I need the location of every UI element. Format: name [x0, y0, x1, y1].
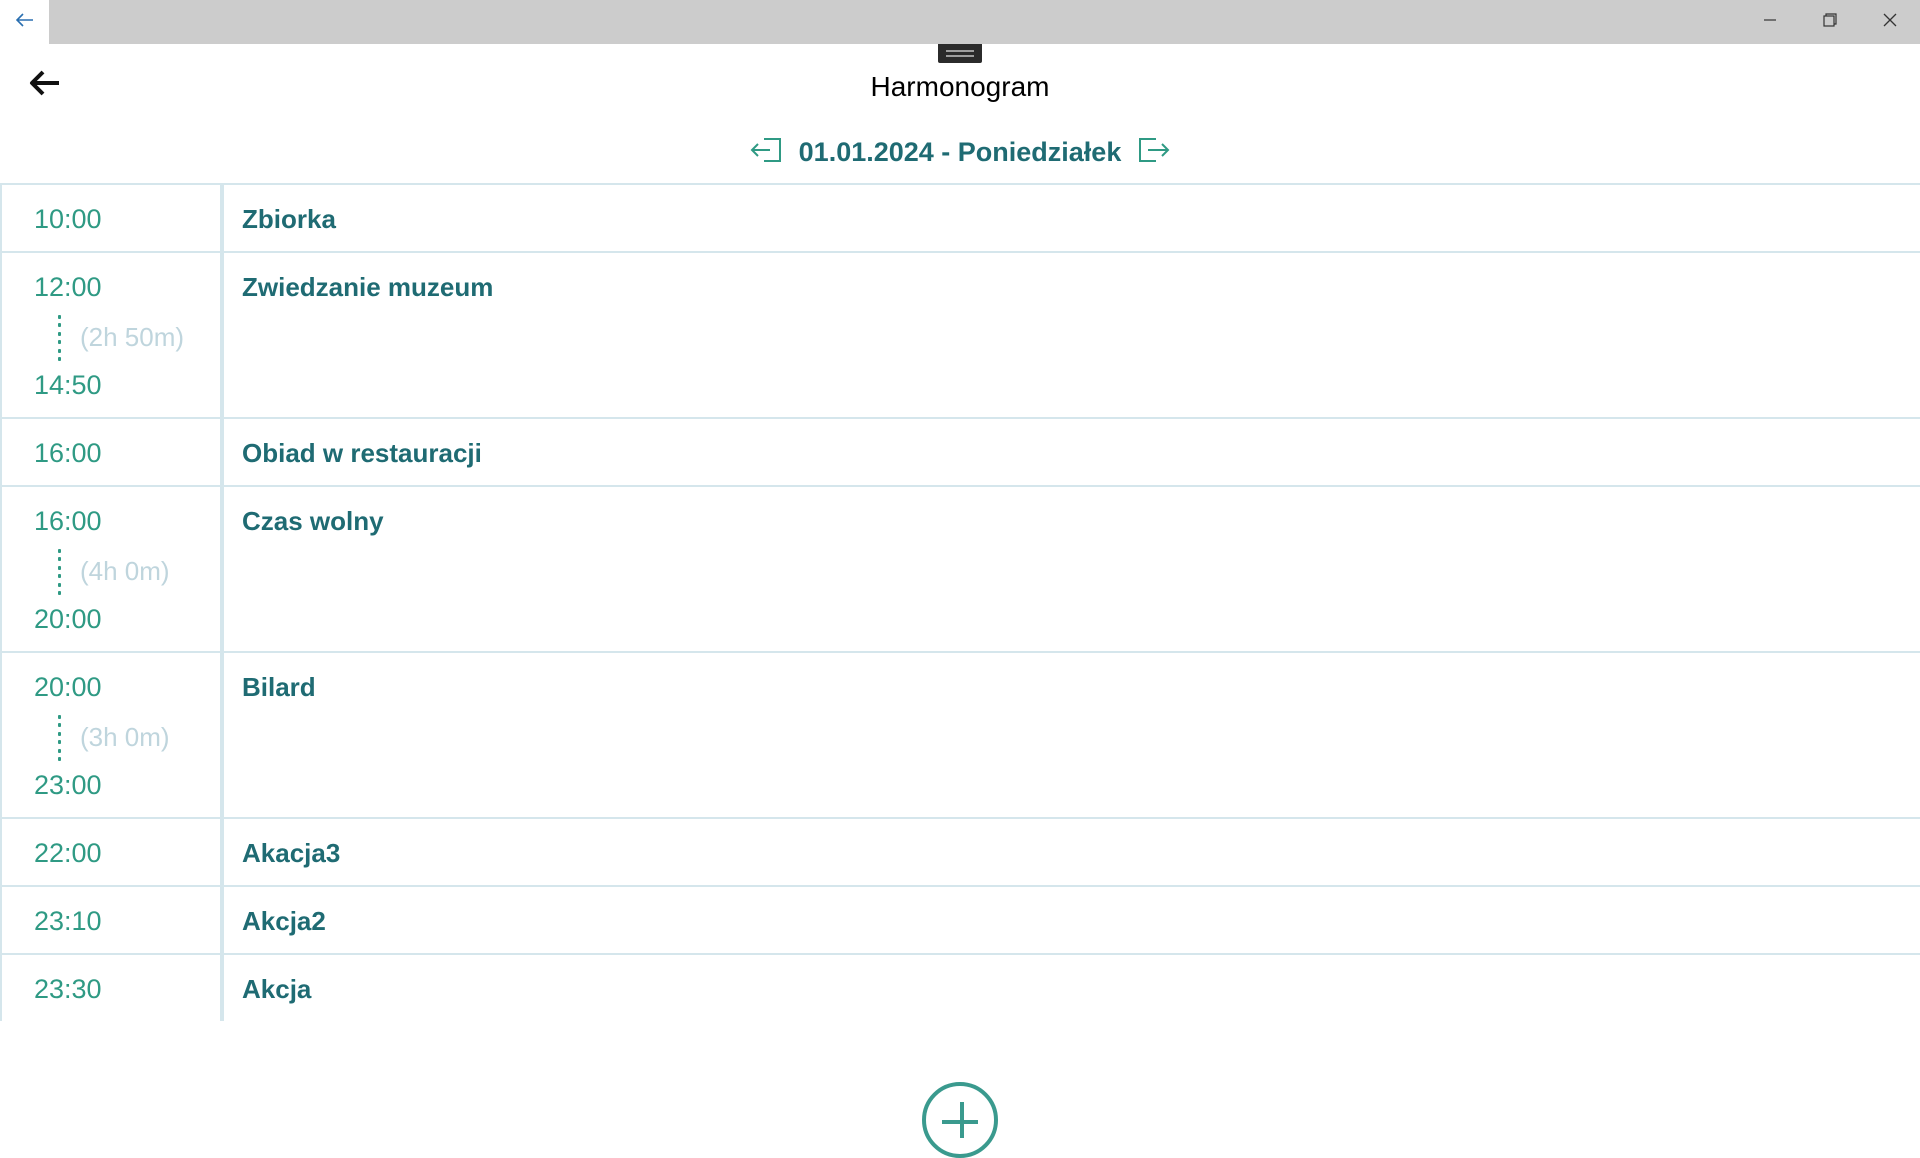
arrow-left-icon — [29, 69, 61, 102]
end-time: 14:50 — [34, 370, 102, 400]
event-name: Bilard — [242, 672, 316, 702]
schedule-row[interactable]: 16:00 (4h 0m) 20:00 Czas wolny — [0, 487, 1920, 653]
add-event-button[interactable] — [922, 1082, 998, 1158]
time-cell: 22:00 — [0, 819, 224, 885]
event-name: Akcja2 — [242, 906, 326, 936]
start-time: 10:00 — [34, 204, 102, 234]
duration-label: (3h 0m) — [80, 722, 170, 752]
minimize-icon — [1763, 13, 1777, 32]
start-time: 23:10 — [34, 906, 102, 936]
page-back-button[interactable] — [24, 64, 66, 106]
schedule-row[interactable]: 12:00 (2h 50m) 14:50 Zwiedzanie muzeum — [0, 253, 1920, 419]
duration-label: (2h 50m) — [80, 322, 185, 352]
arrow-left-icon — [15, 12, 34, 32]
end-time: 23:00 — [34, 770, 102, 800]
schedule-row[interactable]: 23:30 Akcja — [0, 955, 1920, 1023]
start-time: 16:00 — [34, 506, 102, 536]
time-cell: 12:00 (2h 50m) 14:50 — [0, 253, 224, 417]
schedule-row[interactable]: 20:00 (3h 0m) 23:00 Bilard — [0, 653, 1920, 819]
start-time: 16:00 — [34, 438, 102, 468]
event-name: Akcja — [242, 974, 312, 1004]
duration-dots — [58, 549, 62, 595]
date-navigator: 01.01.2024 - Poniedziałek — [0, 128, 1920, 176]
schedule-list: 10:00 Zbiorka 12:00 (2h 50m) 14:50 Zwied… — [0, 183, 1920, 1023]
duration-dots — [58, 315, 62, 361]
time-cell: 10:00 — [0, 185, 224, 251]
time-cell: 16:00 — [0, 419, 224, 485]
minimize-button[interactable] — [1740, 0, 1800, 44]
restore-icon — [1823, 12, 1837, 32]
schedule-row[interactable]: 10:00 Zbiorka — [0, 185, 1920, 253]
event-name: Zbiorka — [242, 204, 336, 234]
previous-day-button[interactable] — [747, 133, 785, 171]
current-date-label: 01.01.2024 - Poniedziałek — [798, 136, 1122, 167]
event-name: Akacja3 — [242, 838, 341, 868]
start-time: 22:00 — [34, 838, 102, 868]
event-name: Czas wolny — [242, 506, 384, 536]
schedule-row[interactable]: 22:00 Akacja3 — [0, 819, 1920, 887]
event-name: Obiad w restauracji — [242, 438, 482, 468]
schedule-row[interactable]: 16:00 Obiad w restauracji — [0, 419, 1920, 487]
duration-label: (4h 0m) — [80, 556, 170, 586]
end-time: 20:00 — [34, 604, 102, 634]
time-cell: 23:10 — [0, 887, 224, 953]
drag-grip-handle[interactable] — [938, 44, 982, 63]
titlebar-back-button[interactable] — [0, 0, 49, 44]
start-time: 20:00 — [34, 672, 102, 702]
sign-in-icon — [750, 137, 782, 168]
close-icon — [1883, 13, 1897, 32]
close-button[interactable] — [1860, 0, 1920, 44]
schedule-row[interactable]: 23:10 Akcja2 — [0, 887, 1920, 955]
time-cell: 16:00 (4h 0m) 20:00 — [0, 487, 224, 651]
window-titlebar — [0, 0, 1920, 44]
page-title: Harmonogram — [870, 71, 1050, 102]
event-name: Zwiedzanie muzeum — [242, 272, 494, 302]
duration-dots — [58, 715, 62, 761]
time-cell: 23:30 — [0, 955, 224, 1021]
sign-out-icon — [1138, 137, 1170, 168]
time-cell: 20:00 (3h 0m) 23:00 — [0, 653, 224, 817]
start-time: 12:00 — [34, 272, 102, 302]
next-day-button[interactable] — [1135, 133, 1173, 171]
start-time: 23:30 — [34, 974, 102, 1004]
maximize-button[interactable] — [1800, 0, 1860, 44]
